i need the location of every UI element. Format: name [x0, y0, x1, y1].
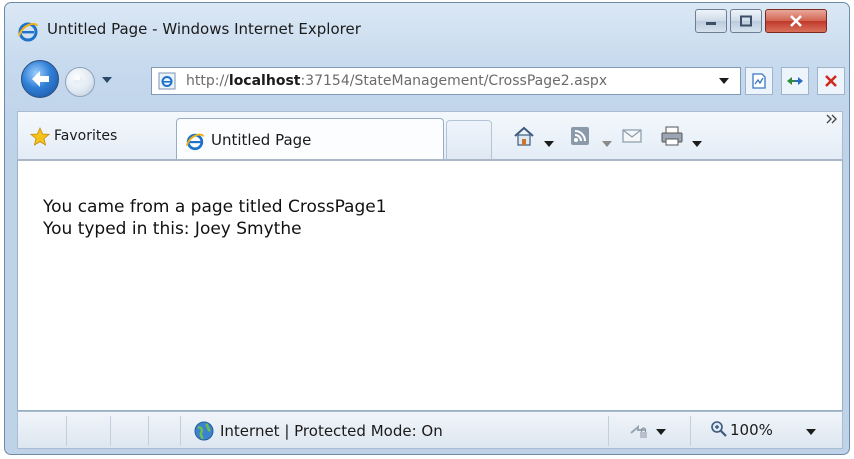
compatibility-view-button[interactable]: [745, 67, 773, 95]
tab-untitled-page[interactable]: Untitled Page: [176, 118, 444, 160]
url-text[interactable]: http://localhost:37154/StateManagement/C…: [186, 73, 607, 89]
address-dropdown-icon[interactable]: [719, 77, 729, 85]
favorites-tab-bar: Favorites Untitled Page: [17, 111, 843, 160]
browser-window: Untitled Page - Windows Internet Explore…: [4, 2, 850, 455]
status-divider: [148, 416, 149, 446]
status-divider: [180, 416, 181, 446]
read-mail-button[interactable]: [622, 124, 642, 148]
back-button[interactable]: [21, 60, 59, 98]
favorites-button[interactable]: Favorites: [54, 128, 117, 144]
address-bar[interactable]: http://localhost:37154/StateManagement/C…: [151, 67, 741, 95]
print-dropdown-icon[interactable]: [692, 132, 702, 156]
origin-message: You came from a page titled CrossPage1: [43, 197, 387, 217]
url-host: localhost: [228, 73, 301, 89]
navigation-bar: http://localhost:37154/StateManagement/C…: [5, 59, 849, 99]
close-icon: [790, 15, 802, 27]
refresh-icon: [787, 77, 803, 85]
print-icon: [661, 126, 683, 146]
chevron-right-icon[interactable]: [826, 114, 838, 124]
url-path: :37154/StateManagement/CrossPage2.aspx: [300, 73, 608, 89]
status-divider: [608, 416, 609, 446]
forward-arrow-icon: [73, 76, 86, 88]
maximize-button[interactable]: [730, 9, 762, 33]
back-arrow-icon: [32, 71, 49, 87]
refresh-button[interactable]: [781, 67, 809, 95]
zoom-level[interactable]: 100%: [730, 421, 773, 439]
new-tab-button[interactable]: [446, 120, 492, 160]
status-dropdown-icon[interactable]: [656, 428, 666, 436]
globe-icon: [194, 421, 214, 441]
status-divider: [66, 416, 67, 446]
minimize-button[interactable]: [695, 9, 727, 33]
minimize-icon: [706, 22, 716, 25]
read-mail-icon: [622, 129, 642, 143]
feeds-icon: [571, 127, 589, 145]
window-title: Untitled Page - Windows Internet Explore…: [47, 20, 361, 38]
close-button[interactable]: [765, 9, 827, 33]
protected-mode-lock-icon[interactable]: [628, 421, 650, 441]
status-divider: [690, 416, 691, 446]
url-scheme: http://: [186, 73, 229, 89]
title-bar[interactable]: Untitled Page - Windows Internet Explore…: [5, 3, 849, 49]
tab-label: Untitled Page: [211, 131, 312, 149]
recent-pages-dropdown-icon[interactable]: [101, 74, 113, 86]
maximize-icon: [740, 15, 752, 27]
zoom-icon[interactable]: [710, 420, 728, 438]
feeds-button[interactable]: [570, 124, 590, 148]
security-zone[interactable]: Internet | Protected Mode: On: [220, 422, 443, 440]
favorites-star-icon[interactable]: [30, 127, 50, 147]
page-content: You came from a page titled CrossPage1 Y…: [17, 159, 843, 411]
stop-icon: [825, 75, 837, 87]
compatibility-view-icon: [752, 73, 766, 89]
home-dropdown-icon[interactable]: [544, 132, 554, 156]
status-divider: [110, 416, 111, 446]
feeds-dropdown-icon[interactable]: [602, 132, 612, 156]
zoom-dropdown-icon[interactable]: [806, 428, 816, 436]
print-button[interactable]: [660, 124, 684, 148]
home-button[interactable]: [512, 124, 536, 148]
stop-button[interactable]: [817, 67, 845, 95]
forward-button[interactable]: [65, 67, 95, 97]
ie-logo-icon: [185, 133, 205, 151]
page-icon: [158, 72, 176, 90]
ie-logo-icon: [18, 22, 38, 42]
status-bar: Internet | Protected Mode: On 100%: [17, 411, 843, 449]
home-icon: [514, 126, 534, 146]
typed-message: You typed in this: Joey Smythe: [43, 219, 302, 239]
